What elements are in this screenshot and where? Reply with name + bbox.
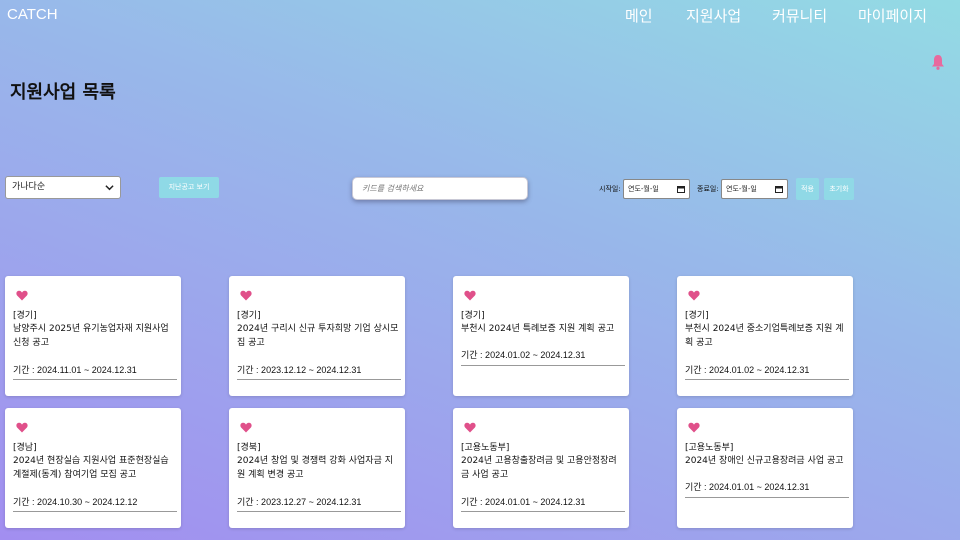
page-title: 지원사업 목록: [10, 82, 116, 103]
card-title: 부천시 2024년 중소기업특례보증 지원 계획 공고: [685, 324, 844, 348]
card-region: [고용노동부]: [461, 443, 510, 453]
card-region: [고용노동부]: [685, 443, 734, 453]
card-divider: [461, 511, 625, 512]
card-period: 기간 : 2024.11.01 ~ 2024.12.31: [13, 365, 137, 375]
heart-icon[interactable]: [16, 422, 28, 433]
card-title: 2024년 고용창출장려금 및 고용안정장려금 사업 공고: [461, 456, 617, 480]
card-divider: [13, 511, 177, 512]
heart-icon[interactable]: [240, 290, 252, 301]
support-card[interactable]: [경기] 2024년 구리시 신규 투자희망 기업 상시모집 공고 기간 : 2…: [229, 276, 405, 396]
start-date-input[interactable]: 연도-월-일: [623, 179, 690, 199]
start-date-label: 시작일:: [599, 185, 621, 193]
heart-icon[interactable]: [688, 422, 700, 433]
card-divider: [13, 379, 177, 380]
nav-link-main[interactable]: 메인: [625, 5, 653, 26]
end-date-placeholder: 연도-월-일: [726, 185, 757, 193]
card-region: [경기]: [461, 311, 485, 321]
card-title: 2024년 현장실습 지원사업 표준현장실습 계절제(동계) 참여기업 모집 공…: [13, 456, 169, 480]
start-date-placeholder: 연도-월-일: [628, 185, 659, 193]
top-navigation: CATCH 메인 지원사업 커뮤니티 마이페이지: [0, 0, 960, 30]
card-divider: [685, 379, 849, 380]
support-card[interactable]: [고용노동부] 2024년 장애인 신규고용장려금 사업 공고 기간 : 202…: [677, 408, 853, 528]
calendar-icon[interactable]: [677, 185, 685, 193]
heart-icon[interactable]: [464, 422, 476, 433]
nav-link-mypage[interactable]: 마이페이지: [858, 5, 927, 26]
card-divider: [237, 511, 401, 512]
sort-select-value: 가나다순: [12, 182, 46, 192]
card-region: [경기]: [237, 311, 261, 321]
nav-link-community[interactable]: 커뮤니티: [772, 5, 827, 26]
end-date-input[interactable]: 연도-월-일: [721, 179, 788, 199]
heart-icon[interactable]: [688, 290, 700, 301]
support-card[interactable]: [경기] 남양주시 2025년 유기농업자재 지원사업 신청 공고 기간 : 2…: [5, 276, 181, 396]
card-region: [경남]: [13, 443, 37, 453]
card-title: 2024년 장애인 신규고용장려금 사업 공고: [685, 456, 844, 466]
brand-logo[interactable]: CATCH: [7, 6, 58, 23]
chevron-down-icon: [105, 185, 114, 191]
card-divider: [685, 497, 849, 498]
card-title: 2024년 구리시 신규 투자희망 기업 상시모집 공고: [237, 324, 399, 348]
card-period: 기간 : 2024.10.30 ~ 2024.12.12: [13, 497, 138, 507]
reset-button[interactable]: 초기화: [824, 178, 854, 200]
sort-select[interactable]: 가나다순: [5, 176, 121, 199]
search-input[interactable]: 키드를 검색하세요: [352, 177, 528, 200]
card-divider: [461, 365, 625, 366]
card-period: 기간 : 2024.01.01 ~ 2024.12.31: [685, 482, 810, 492]
end-date-label: 종료일:: [697, 185, 719, 193]
card-period: 기간 : 2024.01.02 ~ 2024.12.31: [461, 350, 586, 360]
apply-button[interactable]: 적용: [796, 178, 819, 200]
card-region: [경북]: [237, 443, 261, 453]
card-period: 기간 : 2024.01.02 ~ 2024.12.31: [685, 365, 810, 375]
card-title: 남양주시 2025년 유기농업자재 지원사업 신청 공고: [13, 324, 169, 348]
card-period: 기간 : 2023.12.27 ~ 2024.12.31: [237, 497, 362, 507]
support-card[interactable]: [경북] 2024년 창업 및 경쟁력 강화 사업자금 지원 계획 변경 공고 …: [229, 408, 405, 528]
heart-icon[interactable]: [464, 290, 476, 301]
support-card[interactable]: [경기] 부천시 2024년 중소기업특례보증 지원 계획 공고 기간 : 20…: [677, 276, 853, 396]
card-region: [경기]: [685, 311, 709, 321]
card-period: 기간 : 2024.01.01 ~ 2024.12.31: [461, 497, 586, 507]
calendar-icon[interactable]: [775, 185, 783, 193]
nav-link-support[interactable]: 지원사업: [686, 5, 741, 26]
card-title: 2024년 창업 및 경쟁력 강화 사업자금 지원 계획 변경 공고: [237, 456, 393, 480]
support-card[interactable]: [경기] 부천시 2024년 특례보증 지원 계획 공고 기간 : 2024.0…: [453, 276, 629, 396]
card-title: 부천시 2024년 특례보증 지원 계획 공고: [461, 324, 615, 334]
card-period: 기간 : 2023.12.12 ~ 2024.12.31: [237, 365, 362, 375]
card-divider: [237, 379, 401, 380]
past-notices-button[interactable]: 지난공고 보기: [159, 177, 219, 198]
support-card[interactable]: [경남] 2024년 현장실습 지원사업 표준현장실습 계절제(동계) 참여기업…: [5, 408, 181, 528]
card-region: [경기]: [13, 311, 37, 321]
bell-icon[interactable]: [931, 54, 945, 70]
heart-icon[interactable]: [240, 422, 252, 433]
support-card[interactable]: [고용노동부] 2024년 고용창출장려금 및 고용안정장려금 사업 공고 기간…: [453, 408, 629, 528]
heart-icon[interactable]: [16, 290, 28, 301]
